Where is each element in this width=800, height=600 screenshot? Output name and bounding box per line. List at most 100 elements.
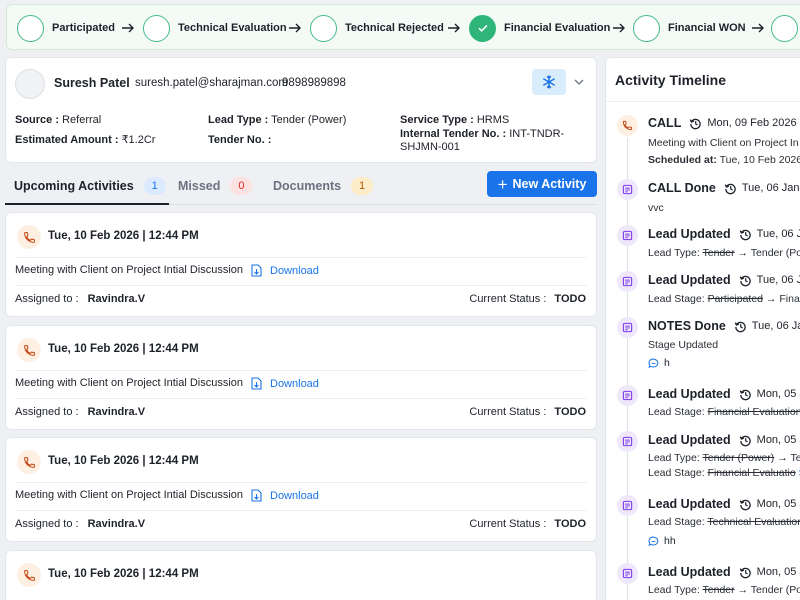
timeline-event-header[interactable]: Lead Updated Mon, 05 J [648,497,800,511]
history-icon [734,321,746,332]
service-type-field: Service Type : HRMS [400,114,510,126]
history-icon [739,229,751,240]
timeline-event-change: Lead Type: Tender → Tender (Po [648,584,800,596]
history-icon [724,183,736,194]
assigned-to: Assigned to : Ravindra.V [15,406,146,418]
current-status: Current Status : TODO [469,518,586,530]
stage-label: Technical Rejected [345,22,444,34]
activity-date: Tue, 10 Feb 2026 | 12:44 PM [48,343,199,355]
note-icon [617,179,638,200]
divider [15,285,587,286]
history-icon [739,499,751,510]
download-link[interactable]: Download [251,489,319,502]
assigned-to: Assigned to : Ravindra.V [15,293,146,305]
freeze-button[interactable] [532,69,566,95]
timeline-event-header[interactable]: Lead Updated Mon, 05 J [648,387,800,401]
arrow-right-icon [289,23,301,33]
timeline-connector [627,138,628,600]
arrow-right-icon [752,23,764,33]
new-activity-button[interactable]: + New Activity [487,171,597,197]
timeline-event-header[interactable]: NOTES Done Tue, 06 Jan [648,319,800,333]
timeline-event-text: Stage Updated [648,339,719,351]
divider [15,482,587,483]
download-link[interactable]: Download [251,264,319,277]
lead-phone: 9898989898 [282,77,346,89]
stage-technical-evaluation[interactable]: Technical Evaluation [143,14,287,42]
stage-participated[interactable]: Participated [17,14,115,42]
stage-label: Participated [52,22,115,34]
stage-circle-icon [143,14,170,42]
comment-icon [648,358,659,368]
note-icon [617,563,638,584]
stage-financial-evaluation[interactable]: Financial Evaluation [469,14,610,42]
tab-documents[interactable]: Documents 1 [273,177,374,195]
chevron-down-icon[interactable] [573,76,585,88]
divider [606,101,800,102]
activity-description: Meeting with Client on Project Intial Di… [15,264,244,276]
stage-technical-rejected[interactable]: Technical Rejected [310,14,444,42]
tab-missed[interactable]: Missed 0 [178,177,253,195]
timeline-event-header[interactable]: CALL Done Tue, 06 Jan 2 [648,181,800,195]
file-download-icon [251,377,262,390]
lead-name: Suresh Patel [54,76,130,90]
count-badge: 1 [143,177,166,195]
count-badge: 0 [230,177,253,195]
history-icon [739,435,751,446]
activity-date: Tue, 10 Feb 2026 | 12:44 PM [48,230,199,242]
estimated-amount-field: Estimated Amount : ₹1.2Cr [15,134,156,146]
stage-progress-bar: Participated Technical Evaluation Techni… [6,4,800,50]
activity-card[interactable]: Tue, 10 Feb 2026 | 12:44 PM Meeting with… [5,437,597,542]
note-icon [617,271,638,292]
note-icon [617,495,638,516]
current-status: Current Status : TODO [469,406,586,418]
timeline-event-header[interactable]: Lead Updated Tue, 06 Ja [648,273,800,287]
timeline-comment: h [648,357,670,369]
assigned-to: Assigned to : Ravindra.V [15,518,146,530]
timeline-event-change: Lead Stage: Participated → Finan [648,293,800,305]
timeline-event-text: vvc [648,202,664,214]
arrow-right-icon [122,23,134,33]
note-icon [617,225,638,246]
divider [15,257,587,258]
history-icon [739,275,751,286]
file-download-icon [251,264,262,277]
phone-icon [17,338,41,362]
activity-card[interactable]: Tue, 10 Feb 2026 | 12:44 PM Meeting with… [5,325,597,430]
count-badge: 1 [351,177,374,195]
snowflake-icon [543,75,555,89]
phone-icon [17,225,41,249]
stage-financial-won[interactable]: Financial WON [633,14,746,42]
activity-card[interactable]: Tue, 10 Feb 2026 | 12:44 PM [5,550,597,600]
stage-label: Technical Evaluation [178,22,287,34]
divider [15,510,587,511]
tab-upcoming-activities[interactable]: Upcoming Activities 1 [14,177,166,195]
check-icon [469,14,496,42]
lead-details-card: Suresh Patel suresh.patel@sharajman.com … [5,57,597,163]
current-status: Current Status : TODO [469,293,586,305]
activity-description: Meeting with Client on Project Intial Di… [15,489,244,501]
source-field: Source : Referral [15,114,102,126]
lead-email: suresh.patel@sharajman.com [135,77,288,89]
timeline-event-header[interactable]: CALL Mon, 09 Feb 2026 ,1 [648,116,800,130]
plus-icon: + [497,174,508,194]
activity-date: Tue, 10 Feb 2026 | 12:44 PM [48,455,199,467]
stage-next[interactable] [771,14,798,42]
tender-no-field: Tender No. : [208,134,272,146]
stage-circle-icon [17,14,44,42]
activity-tabs: Upcoming Activities 1 Missed 0 Documents… [5,171,597,206]
divider [15,370,587,371]
activity-card[interactable]: Tue, 10 Feb 2026 | 12:44 PM Meeting with… [5,212,597,317]
timeline-event-scheduled: Scheduled at: Tue, 10 Feb 2026 [648,154,800,166]
avatar [15,69,45,99]
stage-label: Financial WON [668,22,746,34]
note-icon [617,317,638,338]
timeline-event-change: Lead Type: Tender (Power) → Ten [648,452,800,464]
phone-icon [17,450,41,474]
note-icon [617,431,638,452]
active-tab-indicator [5,203,169,205]
timeline-event-header[interactable]: Lead Updated Mon, 05 J [648,565,800,579]
arrow-right-icon [613,23,625,33]
timeline-event-header[interactable]: Lead Updated Tue, 06 Ja [648,227,800,241]
timeline-event-header[interactable]: Lead Updated Mon, 05 J [648,433,800,447]
download-link[interactable]: Download [251,377,319,390]
